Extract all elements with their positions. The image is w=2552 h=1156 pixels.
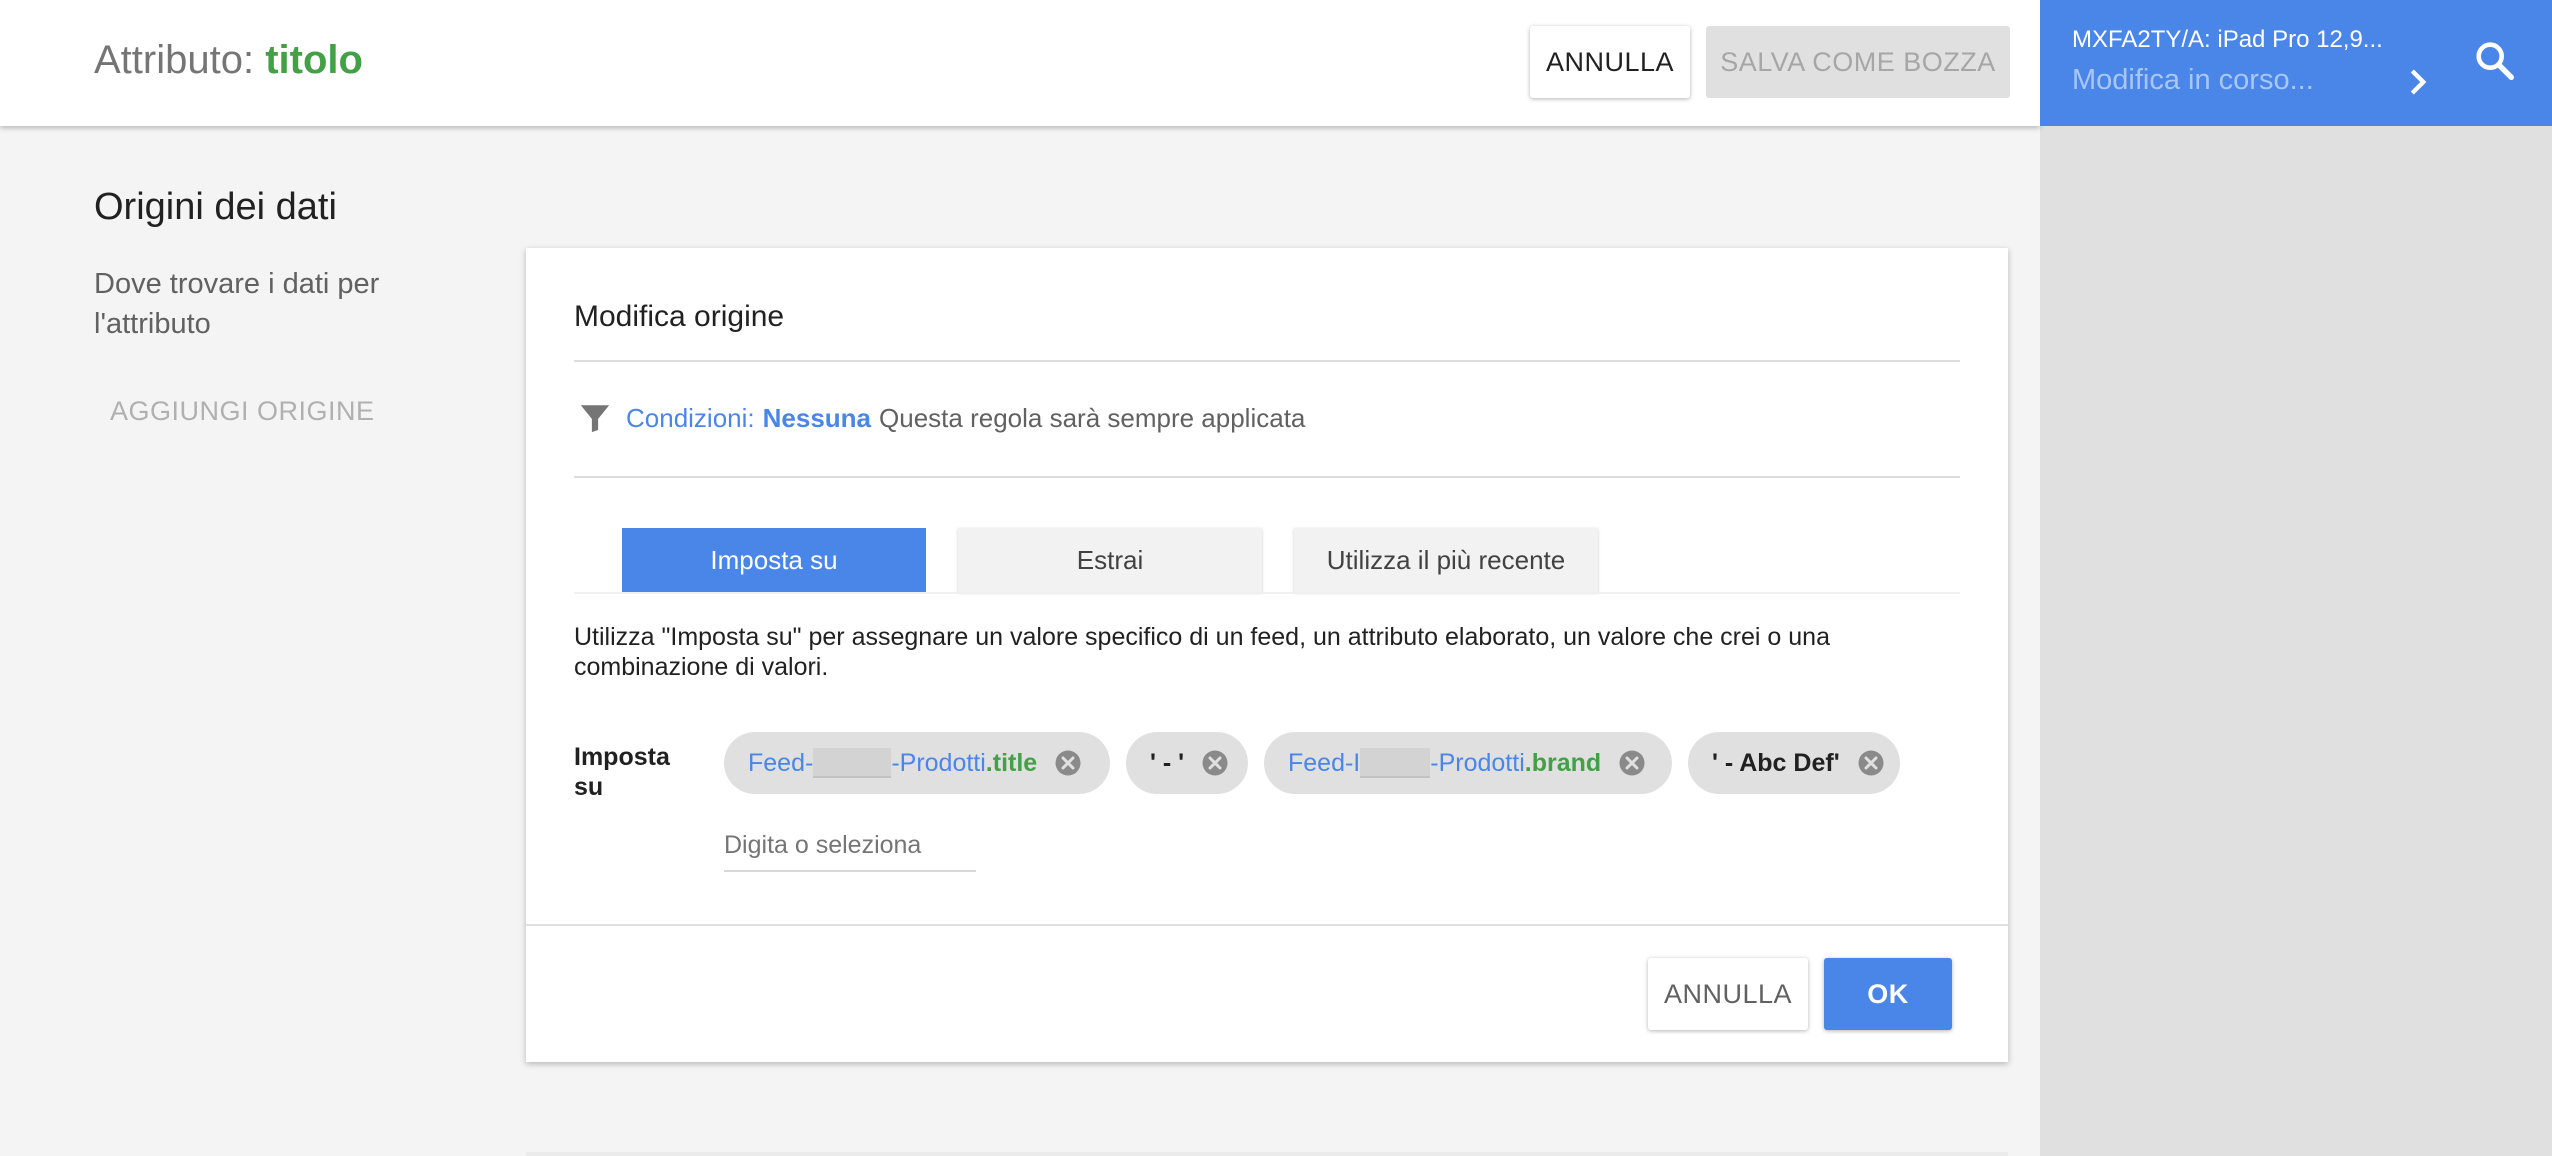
- value-chip[interactable]: Feed- -Prodotti .title: [724, 732, 1110, 794]
- attribute-name: titolo: [265, 38, 363, 82]
- chip-literal: ' - ': [1150, 748, 1185, 777]
- save-draft-button[interactable]: SALVA COME BOZZA: [1706, 26, 2010, 98]
- chip-feed-suffix: -Prodotti: [891, 748, 986, 777]
- divider: [574, 476, 1960, 478]
- close-circle-icon[interactable]: [1856, 748, 1886, 778]
- chip-feed-prefix: Feed-I: [1288, 748, 1361, 777]
- ok-button[interactable]: OK: [1824, 958, 1952, 1030]
- sources-description: Dove trovare i dati per l'attributo: [94, 268, 380, 340]
- close-circle-icon[interactable]: [1200, 748, 1230, 778]
- device-panel-header[interactable]: MXFA2TY/A: iPad Pro 12,9... Modifica in …: [2040, 0, 2552, 126]
- value-chip[interactable]: ' - ': [1126, 732, 1248, 794]
- tab-divider: [574, 592, 1960, 594]
- divider: [574, 360, 1960, 362]
- device-name: MXFA2TY/A: iPad Pro 12,9...: [2072, 26, 2383, 53]
- tab-use-latest[interactable]: Utilizza il più recente: [1294, 528, 1598, 592]
- page-title: Attributo: titolo: [94, 38, 363, 83]
- set-to-label: Imposta su: [574, 743, 670, 801]
- edit-source-card: Modifica origine Condizioni: Nessuna Que…: [526, 248, 2008, 1062]
- chip-field: .brand: [1524, 748, 1602, 777]
- chevron-right-icon[interactable]: [2398, 62, 2438, 102]
- conditions-value[interactable]: Nessuna: [763, 403, 871, 434]
- filter-icon: [580, 405, 610, 433]
- chip-feed-suffix: -Prodotti: [1430, 748, 1525, 777]
- chip-field: .title: [985, 748, 1038, 777]
- value-chip[interactable]: Feed-I -Prodotti .brand: [1264, 732, 1672, 794]
- close-circle-icon[interactable]: [1053, 748, 1083, 778]
- tab-extract[interactable]: Estrai: [958, 528, 1262, 592]
- chip-literal: ' - Abc Def': [1712, 748, 1840, 777]
- redacted-text: [813, 748, 892, 778]
- redacted-text: [1360, 748, 1431, 778]
- close-circle-icon[interactable]: [1617, 748, 1647, 778]
- cancel-button[interactable]: ANNULLA: [1648, 958, 1808, 1030]
- card-title: Modifica origine: [574, 300, 785, 333]
- add-source-button[interactable]: AGGIUNGI ORIGINE: [110, 396, 375, 427]
- device-panel-body: [2040, 126, 2552, 1156]
- card-footer-divider: [526, 924, 2008, 926]
- conditions-row[interactable]: Condizioni: Nessuna Questa regola sarà s…: [578, 398, 1305, 438]
- conditions-label: Condizioni:: [626, 402, 755, 433]
- header-cancel-button[interactable]: ANNULLA: [1530, 26, 1690, 98]
- tab-set-to[interactable]: Imposta su: [622, 528, 926, 592]
- help-text: Utilizza "Imposta su" per assegnare un v…: [574, 623, 1830, 681]
- chip-feed-prefix: Feed-: [748, 748, 814, 777]
- search-icon[interactable]: [2472, 38, 2518, 84]
- conditions-description: Questa regola sarà sempre applicata: [879, 402, 1306, 433]
- next-card-edge: [526, 1152, 2008, 1156]
- top-header: Attributo: titolo ANNULLA SALVA COME BOZ…: [0, 0, 2040, 126]
- edit-status: Modifica in corso...: [2072, 64, 2314, 96]
- page-title-prefix: Attributo:: [94, 38, 255, 82]
- type-or-select-input[interactable]: [724, 828, 976, 872]
- sources-title: Origini dei dati: [94, 186, 337, 228]
- value-chip[interactable]: ' - Abc Def': [1688, 732, 1900, 794]
